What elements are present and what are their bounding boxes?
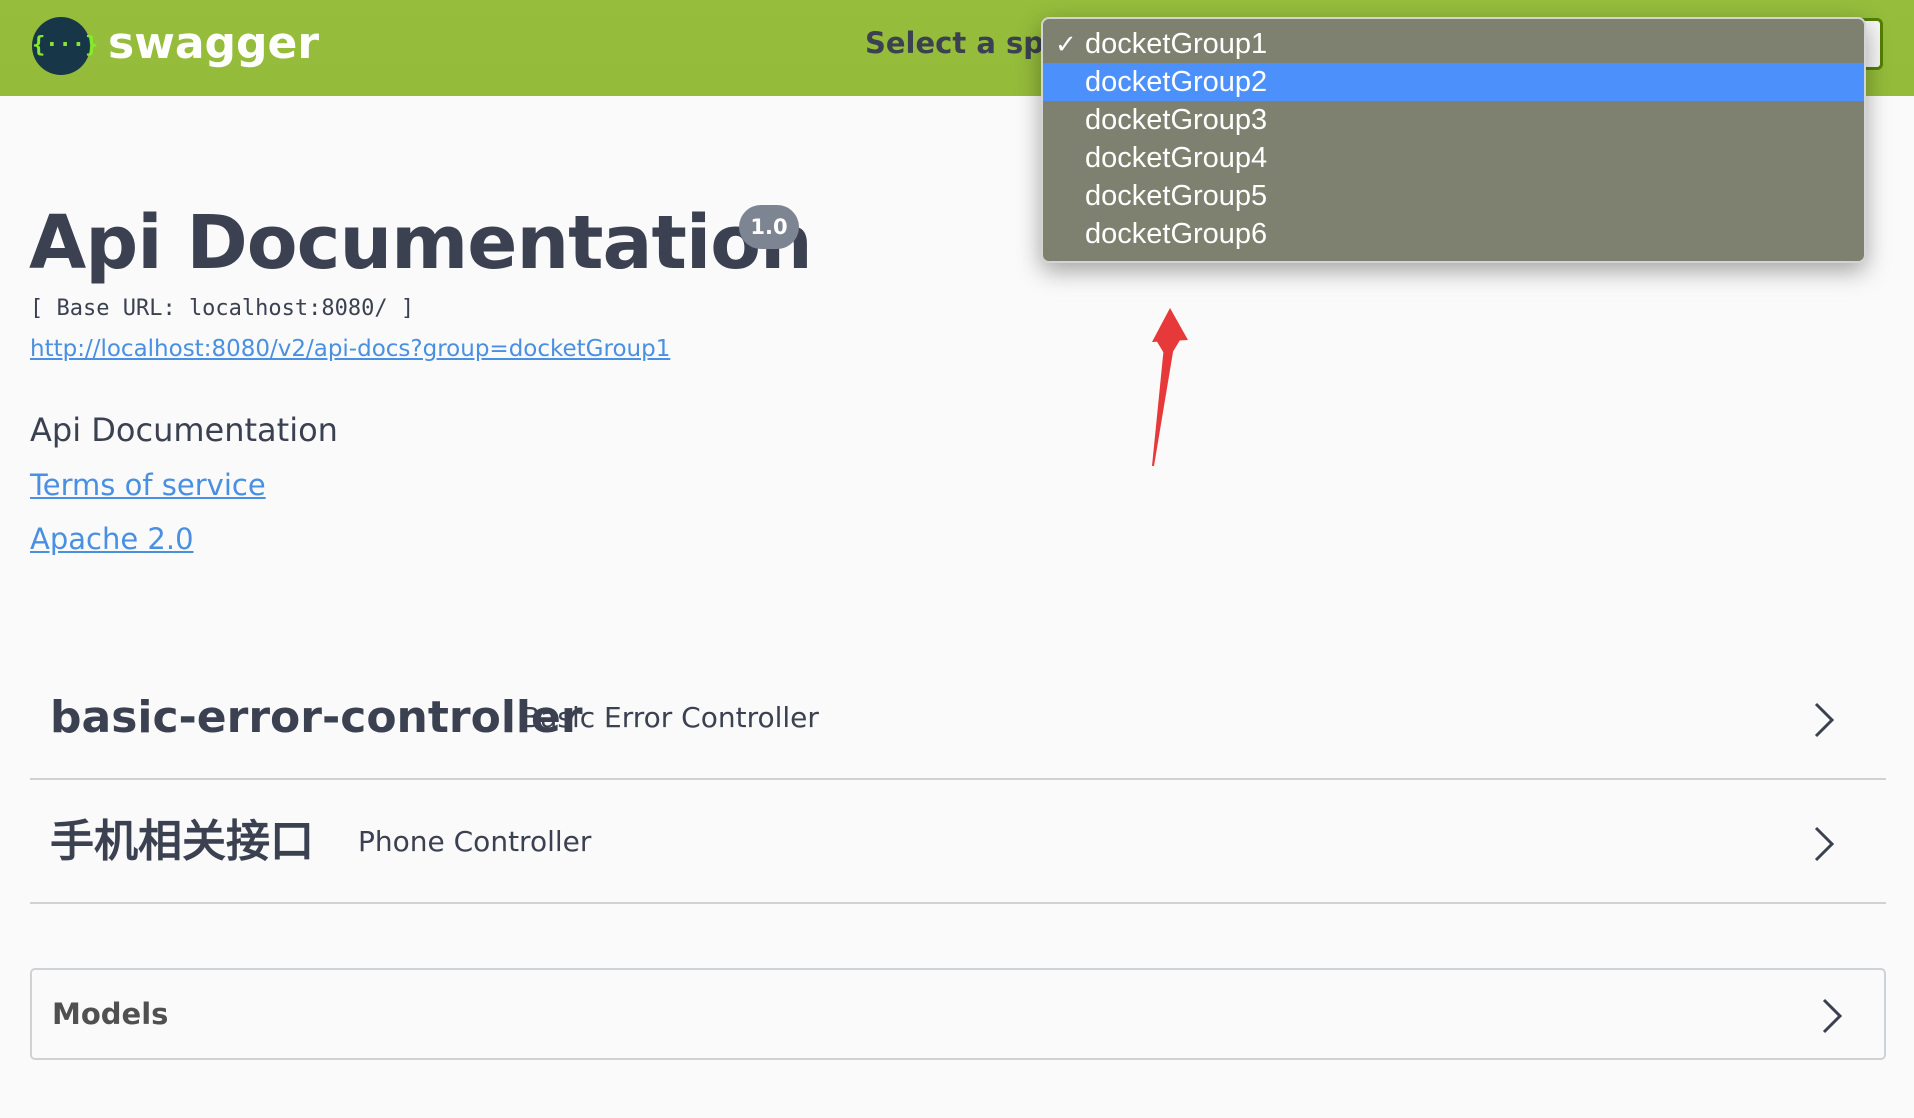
base-url: [ Base URL: localhost:8080/ ] <box>30 296 415 321</box>
chevron-right-icon[interactable] <box>1820 996 1844 1036</box>
spec-dropdown-menu[interactable]: ✓ docketGroup1 docketGroup2 docketGroup3… <box>1041 17 1866 263</box>
models-label: Models <box>52 997 169 1031</box>
api-docs-link[interactable]: http://localhost:8080/v2/api-docs?group=… <box>30 336 670 362</box>
spec-option-docketgroup6[interactable]: docketGroup6 <box>1043 215 1864 253</box>
spec-option-docketgroup1[interactable]: ✓ docketGroup1 <box>1043 25 1864 63</box>
red-arrow-icon <box>1152 308 1188 466</box>
checkmark-icon: ✓ <box>1055 29 1077 59</box>
spec-option-label: docketGroup2 <box>1085 66 1268 98</box>
spec-select-label: Select a spec <box>865 26 1045 60</box>
spec-option-docketgroup5[interactable]: docketGroup5 <box>1043 177 1864 215</box>
spec-option-label: docketGroup3 <box>1085 104 1268 136</box>
swagger-logo-icon: {···} <box>32 17 98 75</box>
spec-option-label: docketGroup5 <box>1085 180 1268 212</box>
tag-name: basic-error-controller <box>50 692 583 743</box>
brand-name[interactable]: swagger <box>108 18 319 69</box>
tag-section-phone-controller[interactable]: 手机相关接口 Phone Controller <box>30 780 1886 904</box>
page-title: Api Documentation <box>29 200 813 286</box>
terms-of-service-link[interactable]: Terms of service <box>30 468 266 502</box>
chevron-right-icon[interactable] <box>1812 700 1836 740</box>
spec-option-docketgroup3[interactable]: docketGroup3 <box>1043 101 1864 139</box>
spec-option-label: docketGroup4 <box>1085 142 1268 174</box>
license-link[interactable]: Apache 2.0 <box>30 522 194 556</box>
spec-option-docketgroup4[interactable]: docketGroup4 <box>1043 139 1864 177</box>
tag-description: Basic Error Controller <box>521 701 819 734</box>
spec-option-docketgroup2[interactable]: docketGroup2 <box>1043 63 1864 101</box>
tag-name: 手机相关接口 <box>50 816 314 867</box>
spec-option-label: docketGroup1 <box>1085 28 1268 60</box>
chevron-right-icon[interactable] <box>1812 824 1836 864</box>
spec-option-label: docketGroup6 <box>1085 218 1268 250</box>
api-description: Api Documentation <box>30 411 338 449</box>
models-section[interactable]: Models <box>30 968 1886 1060</box>
version-badge: 1.0 <box>739 205 799 249</box>
tag-section-basic-error-controller[interactable]: basic-error-controller Basic Error Contr… <box>30 656 1886 780</box>
tag-description: Phone Controller <box>358 825 592 858</box>
